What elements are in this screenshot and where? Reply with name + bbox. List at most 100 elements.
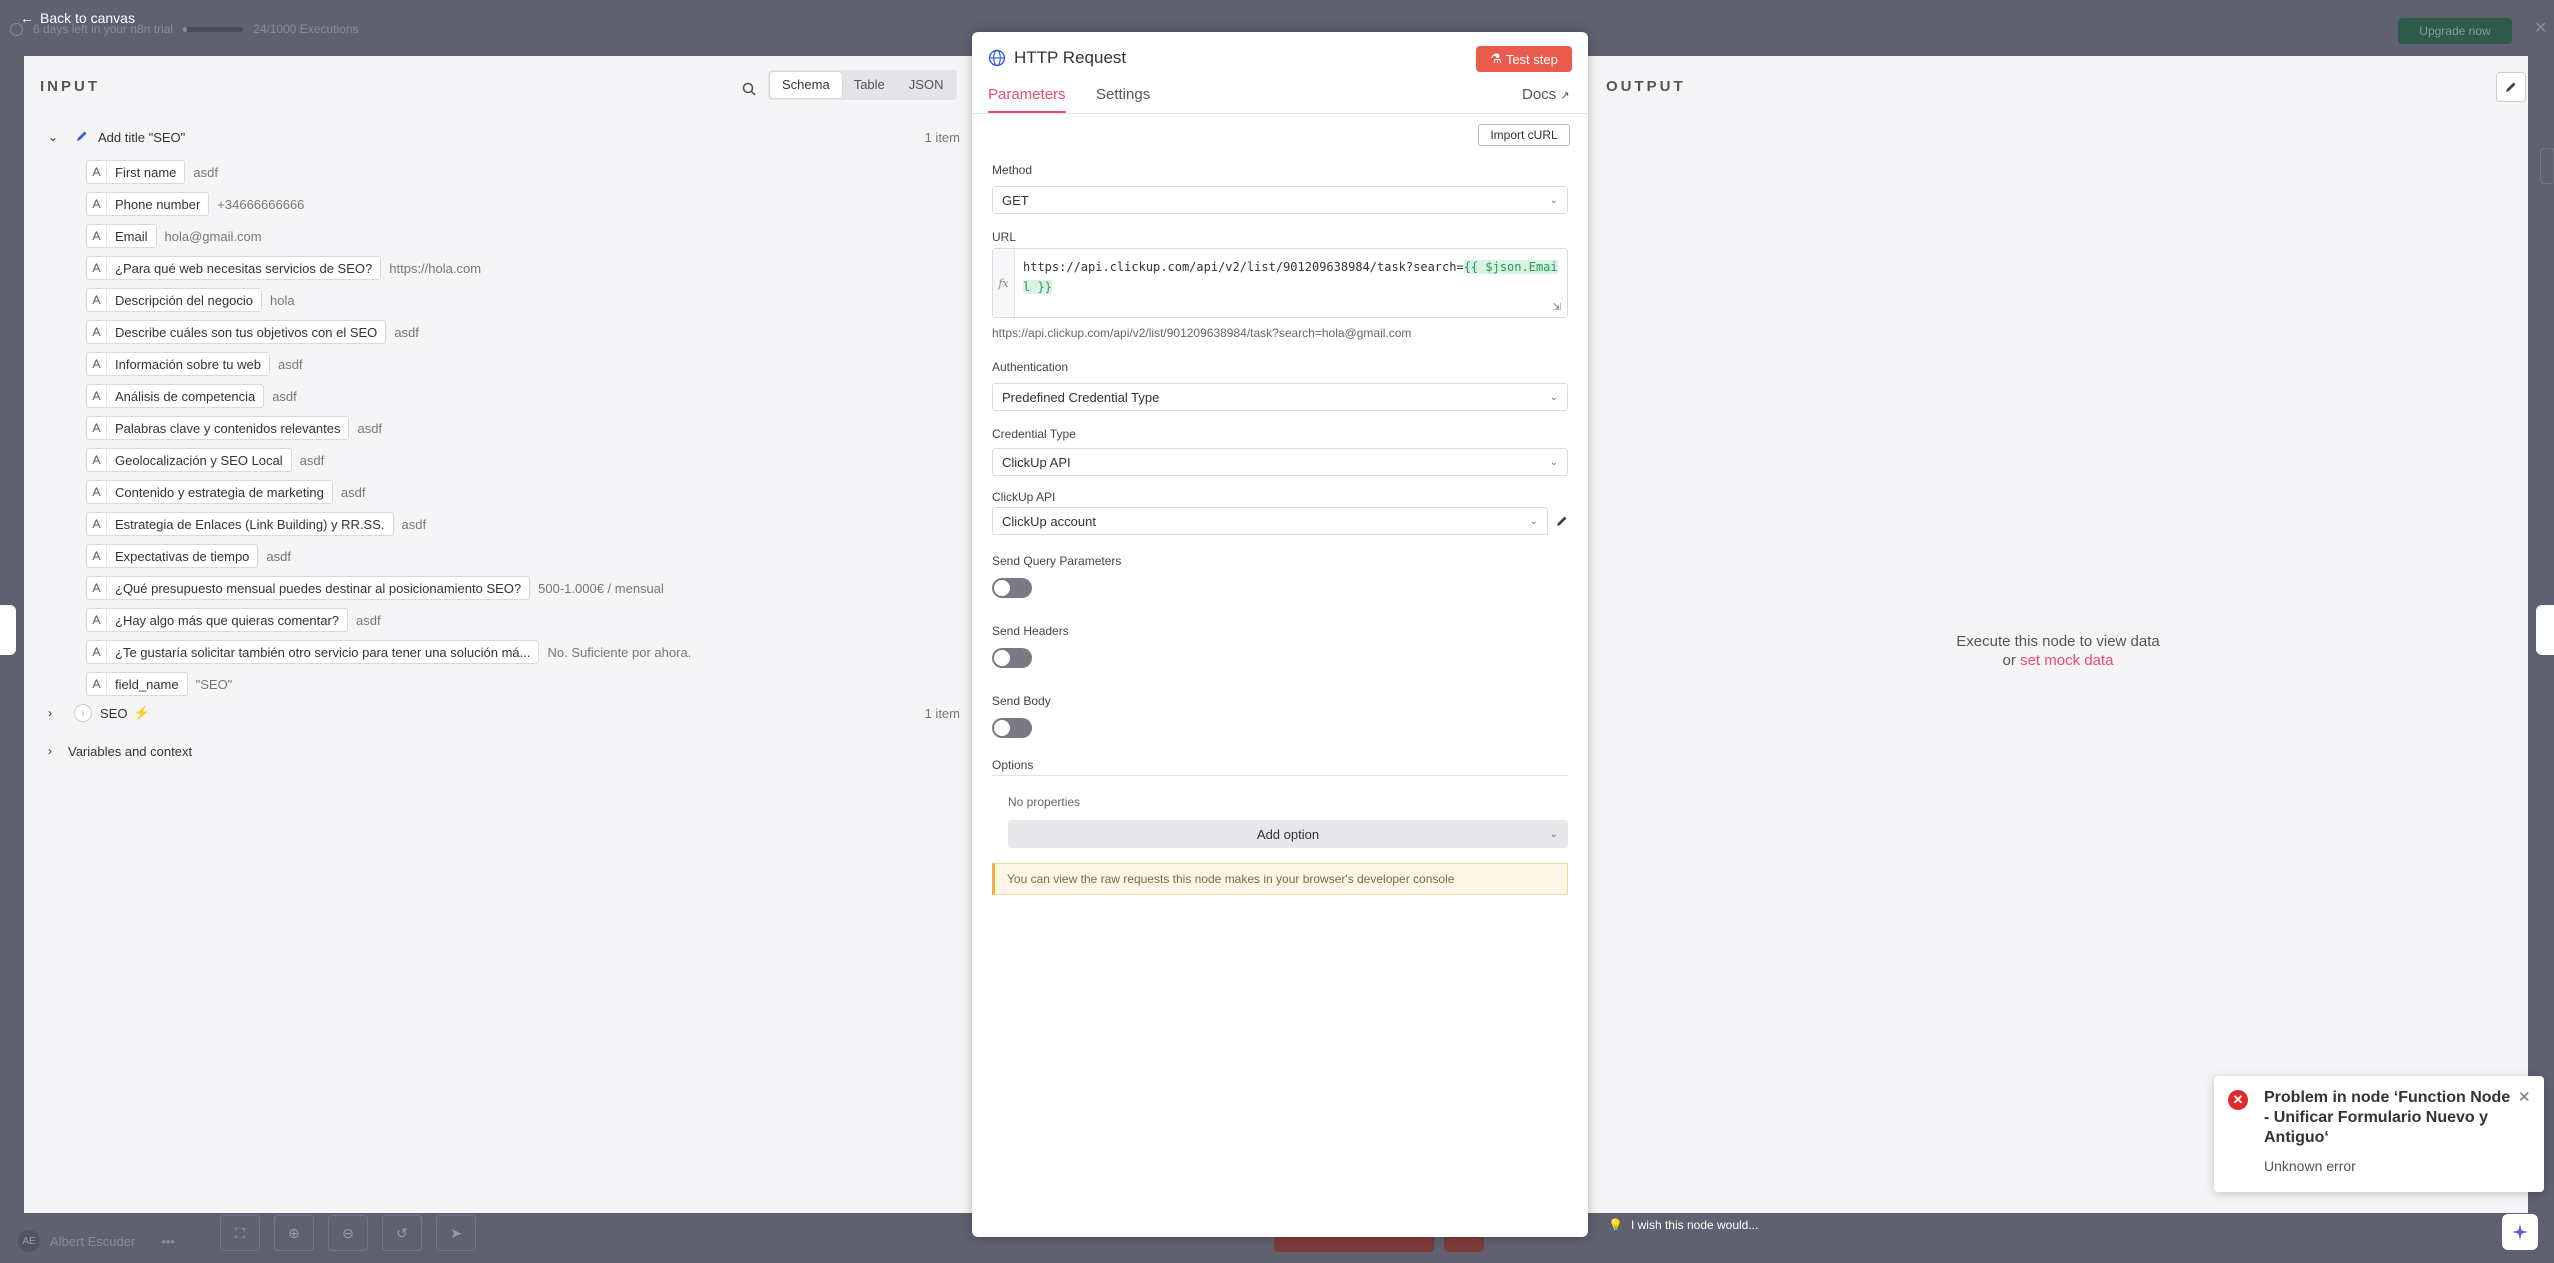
schema-field-value: asdf: [299, 452, 325, 468]
right-side-handle[interactable]: [2536, 605, 2554, 655]
schema-field-name: Phone number: [115, 196, 201, 212]
schema-field-name: ¿Qué presupuesto mensual puedes destinar…: [115, 580, 522, 596]
schema-field-name: First name: [115, 164, 177, 180]
toast-message: Unknown error: [2264, 1158, 2356, 1174]
tab-settings[interactable]: Settings: [1096, 86, 1150, 111]
schema-field-key[interactable]: A Estrategia de Enlaces (Link Building) y…: [86, 512, 394, 536]
ai-assistant-button[interactable]: [2502, 1214, 2538, 1250]
schema-field-key[interactable]: A Descripción del negocio: [86, 288, 263, 312]
schema-field-key[interactable]: A Phone number: [86, 192, 210, 216]
schema-field-value: asdf: [193, 164, 218, 180]
edit-credential-icon[interactable]: [1552, 511, 1572, 531]
input-node-name: Add title "SEO": [98, 129, 186, 145]
schema-field-key[interactable]: A Contenido y estrategia de marketing: [86, 480, 333, 504]
send-query-toggle[interactable]: [992, 578, 1032, 598]
user-name: Albert Escuder: [50, 1233, 136, 1249]
tab-parameters[interactable]: Parameters: [988, 86, 1066, 113]
string-type-icon: A: [87, 417, 107, 439]
schema-field-key[interactable]: A Email: [86, 224, 157, 248]
schema-field-name: Geolocalización y SEO Local: [115, 452, 283, 468]
string-type-icon: A: [87, 161, 107, 183]
schema-field-key[interactable]: A ¿Hay algo más que quieras comentar?: [86, 608, 349, 632]
test-step-button[interactable]: ⚗ Test step: [1476, 46, 1572, 72]
schema-field-key[interactable]: Afield_name: [86, 672, 188, 696]
variables-context-row[interactable]: › Variables and context: [48, 738, 192, 764]
schema-field-key[interactable]: A First name: [86, 160, 186, 184]
schema-field-key[interactable]: A Análisis de competencia: [86, 384, 265, 408]
arrow-left-icon: ←: [20, 10, 34, 26]
schema-field-key[interactable]: A Información sobre tu web: [86, 352, 270, 376]
schema-field-key[interactable]: A ¿Para qué web necesitas servicios de SE…: [86, 256, 382, 280]
credential-select[interactable]: ClickUp account ⌄: [992, 507, 1548, 535]
string-type-icon: A: [87, 225, 107, 247]
schema-field-key[interactable]: A ¿Qué presupuesto mensual puedes destina…: [86, 576, 531, 600]
schema-field-key[interactable]: A Describe cuáles son tus objetivos con e…: [86, 320, 387, 344]
schema-field-value: asdf: [277, 356, 303, 372]
pointer-icon[interactable]: ➤: [436, 1215, 476, 1251]
schema-field-value: asdf: [401, 516, 427, 532]
schema-field-value: asdf: [340, 484, 366, 500]
zoom-in-icon[interactable]: ⊕: [274, 1215, 314, 1251]
reset-icon[interactable]: ↺: [382, 1215, 422, 1251]
schema-field-row: A Geolocalización y SEO Local asdf: [86, 444, 691, 476]
back-to-canvas-link[interactable]: ← Back to canvas: [20, 10, 135, 26]
import-curl-button[interactable]: Import cURL: [1478, 124, 1570, 146]
schema-field-key[interactable]: A Palabras clave y contenidos relevantes: [86, 416, 350, 440]
tab-schema[interactable]: Schema: [770, 72, 842, 98]
schema-field-row: A Expectativas de tiempo asdf: [86, 540, 691, 572]
chevron-right-icon[interactable]: ›: [48, 706, 74, 720]
seo-node-row[interactable]: › i SEO ⚡ 1 item: [48, 700, 960, 726]
send-headers-toggle[interactable]: [992, 648, 1032, 668]
user-menu[interactable]: AE Albert Escuder •••: [18, 1230, 175, 1252]
input-node-header[interactable]: ⌄ Add title "SEO" 1 item: [48, 124, 960, 150]
url-input[interactable]: fx https://api.clickup.com/api/v2/list/9…: [992, 248, 1568, 318]
chevron-down-icon[interactable]: ⌄: [48, 130, 64, 144]
seo-item-count: 1 item: [924, 705, 960, 721]
globe-icon: [988, 49, 1006, 67]
close-icon[interactable]: ✕: [2534, 18, 2547, 38]
tab-json[interactable]: JSON: [897, 72, 956, 98]
schema-field-key[interactable]: A ¿Te gustaría solicitar también otro ser…: [86, 640, 540, 664]
method-select[interactable]: GET ⌄: [992, 186, 1568, 214]
send-body-toggle[interactable]: [992, 718, 1032, 738]
credential-type-select[interactable]: ClickUp API ⌄: [992, 448, 1568, 476]
upgrade-button[interactable]: Upgrade now: [2398, 18, 2512, 44]
schema-field-name: field_name: [115, 676, 179, 692]
schema-field-name: ¿Te gustaría solicitar también otro serv…: [115, 644, 531, 660]
input-panel: INPUT Schema Table JSON ⌄ Add title "SEO…: [24, 56, 972, 1213]
string-type-icon: A: [87, 641, 107, 663]
schema-field-row: A ¿Hay algo más que quieras comentar? asdf: [86, 604, 691, 636]
tab-table[interactable]: Table: [842, 72, 897, 98]
chevron-right-icon[interactable]: ›: [48, 744, 68, 758]
schema-field-row: A Palabras clave y contenidos relevantes a…: [86, 412, 691, 444]
schema-field-key[interactable]: A Geolocalización y SEO Local: [86, 448, 292, 472]
edit-output-button[interactable]: [2496, 72, 2526, 102]
error-toast: ✕ Problem in node ‘Function Node - Unifi…: [2214, 1076, 2544, 1192]
set-mock-data-link[interactable]: set mock data: [2020, 652, 2113, 669]
canvas-toolbar: ⛶ ⊕ ⊖ ↺ ➤: [220, 1215, 476, 1251]
authentication-select[interactable]: Predefined Credential Type ⌄: [992, 383, 1568, 411]
expand-icon[interactable]: ⇲: [1553, 302, 1561, 313]
close-icon[interactable]: ✕: [2518, 1088, 2531, 1106]
item-count: 1 item: [924, 129, 960, 145]
schema-field-key[interactable]: A Expectativas de tiempo: [86, 544, 259, 568]
schema-field-name: Expectativas de tiempo: [115, 548, 250, 564]
schema-field-row: A ¿Te gustaría solicitar también otro ser…: [86, 636, 691, 668]
string-type-icon: A: [87, 481, 107, 503]
send-headers-label: Send Headers: [992, 624, 1069, 638]
fit-view-icon[interactable]: ⛶: [220, 1215, 260, 1251]
developer-console-notice: You can view the raw requests this node …: [992, 863, 1568, 895]
schema-field-value: asdf: [272, 388, 297, 404]
feedback-link[interactable]: 💡 I wish this node would...: [1608, 1218, 1758, 1232]
schema-field-value: 500-1.000€ / mensual: [538, 580, 664, 596]
docs-link[interactable]: Docs ↗: [1522, 86, 1570, 103]
more-icon[interactable]: •••: [161, 1234, 175, 1249]
left-side-handle[interactable]: [0, 605, 16, 655]
zoom-out-icon[interactable]: ⊖: [328, 1215, 368, 1251]
schema-field-value: "SEO": [195, 676, 233, 692]
search-icon[interactable]: [736, 76, 762, 102]
add-option-button[interactable]: Add option ⌄: [1008, 820, 1568, 848]
schema-field-name: Información sobre tu web: [115, 356, 261, 372]
input-title: INPUT: [40, 78, 100, 95]
pencil-icon: [76, 130, 98, 145]
